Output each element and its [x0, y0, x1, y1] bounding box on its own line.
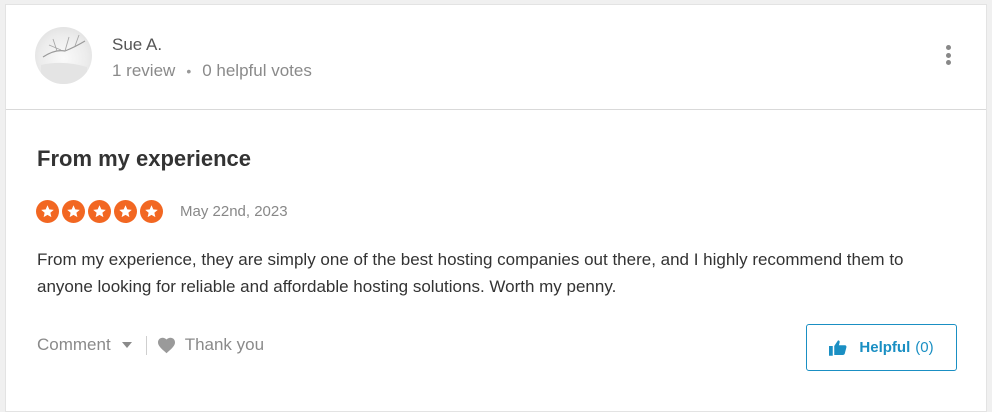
reviewer-meta: 1 review • 0 helpful votes	[112, 61, 312, 81]
avatar[interactable]	[35, 27, 92, 84]
review-body: From my experience, they are simply one …	[37, 250, 904, 296]
avatar-image	[41, 34, 87, 84]
meta-separator: •	[186, 63, 192, 79]
helpful-label: Helpful	[859, 339, 911, 356]
star-icon	[140, 200, 163, 223]
comment-button[interactable]: Comment	[37, 335, 132, 355]
review-header: Sue A. 1 review • 0 helpful votes	[6, 5, 986, 110]
chevron-down-icon	[121, 342, 132, 348]
actions-divider	[145, 335, 147, 355]
helpful-button[interactable]: Helpful (0)	[806, 324, 957, 371]
helpful-count: (0)	[915, 339, 934, 356]
review-card: Sue A. 1 review • 0 helpful votes From m…	[5, 4, 987, 412]
thank-you-label: Thank you	[184, 335, 265, 354]
comment-label: Comment	[37, 335, 111, 354]
review-date: May 22nd, 2023	[180, 203, 288, 220]
review-title: From my experience	[37, 146, 251, 171]
review-actions: Comment Thank you	[37, 335, 264, 355]
heart-icon	[157, 337, 175, 353]
thumbs-up-icon	[829, 340, 847, 356]
review-count: 1 review	[112, 61, 176, 80]
reviewer-name[interactable]: Sue A.	[112, 35, 162, 55]
star-icon	[114, 200, 137, 223]
star-rating	[36, 200, 163, 223]
star-icon	[88, 200, 111, 223]
star-icon	[36, 200, 59, 223]
star-icon	[62, 200, 85, 223]
rating-row: May 22nd, 2023	[36, 200, 288, 223]
kebab-menu-icon[interactable]	[943, 45, 953, 65]
thank-you-button[interactable]: Thank you	[157, 335, 264, 355]
helpful-votes-count: 0 helpful votes	[202, 61, 312, 80]
